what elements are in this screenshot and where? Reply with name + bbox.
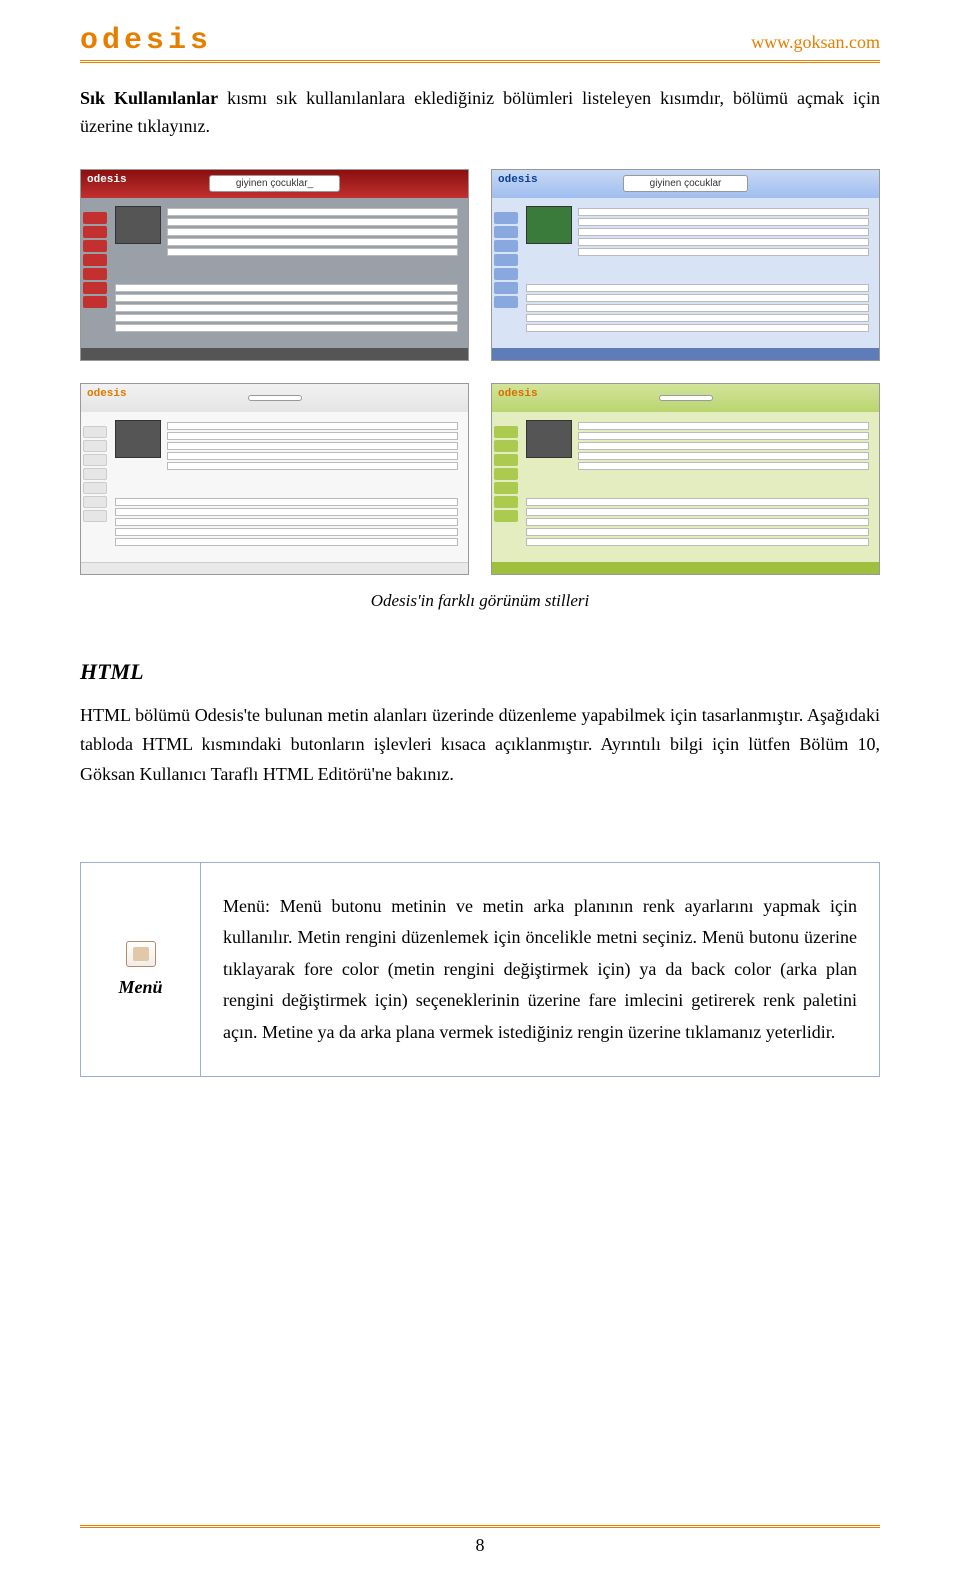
brand-logo: odesis	[80, 24, 212, 58]
shot-title: giyinen çocuklar	[623, 175, 749, 192]
menu-description-text: Menü: Menü butonu metinin ve metin arka …	[223, 891, 857, 1049]
screenshot-blue-theme: odesis giyinen çocuklar	[491, 169, 880, 361]
screenshot-white-theme: odesis	[80, 383, 469, 575]
shot-logo: odesis	[498, 388, 538, 400]
html-section-paragraph: HTML bölümü Odesis'te bulunan metin alan…	[80, 701, 880, 790]
table-cell-icon: Menü	[81, 862, 201, 1077]
screenshot-red-theme: odesis giyinen çocuklar_	[80, 169, 469, 361]
screenshot-green-theme: odesis	[491, 383, 880, 575]
shot-logo: odesis	[498, 174, 538, 186]
footer-divider	[80, 1525, 880, 1528]
thumbnail-icon	[115, 206, 161, 244]
intro-bold-lead: Sık Kullanılanlar	[80, 88, 218, 108]
menu-button-icon	[126, 941, 156, 967]
shot-title	[659, 395, 713, 401]
table-row-label: Menü	[103, 977, 178, 998]
shot-logo: odesis	[87, 388, 127, 400]
site-url: www.goksan.com	[751, 32, 880, 53]
html-buttons-table: Menü Menü: Menü butonu metinin ve metin …	[80, 862, 880, 1078]
table-row: Menü Menü: Menü butonu metinin ve metin …	[81, 862, 880, 1077]
section-title-html: HTML	[80, 659, 880, 685]
intro-paragraph: Sık Kullanılanlar kısmı sık kullanılanla…	[80, 85, 880, 141]
shot-logo: odesis	[87, 174, 127, 186]
shot-title	[248, 395, 302, 401]
shot-title: giyinen çocuklar_	[209, 175, 340, 192]
screenshots-caption: Odesis'in farklı görünüm stilleri	[80, 591, 880, 611]
thumbnail-icon	[526, 206, 572, 244]
thumbnail-icon	[526, 420, 572, 458]
screenshot-grid: odesis giyinen çocuklar_ odesis giyinen …	[80, 169, 880, 575]
table-cell-description: Menü: Menü butonu metinin ve metin arka …	[201, 862, 880, 1077]
page-header: odesis www.goksan.com	[80, 24, 880, 63]
page-number: 8	[0, 1535, 960, 1556]
thumbnail-icon	[115, 420, 161, 458]
